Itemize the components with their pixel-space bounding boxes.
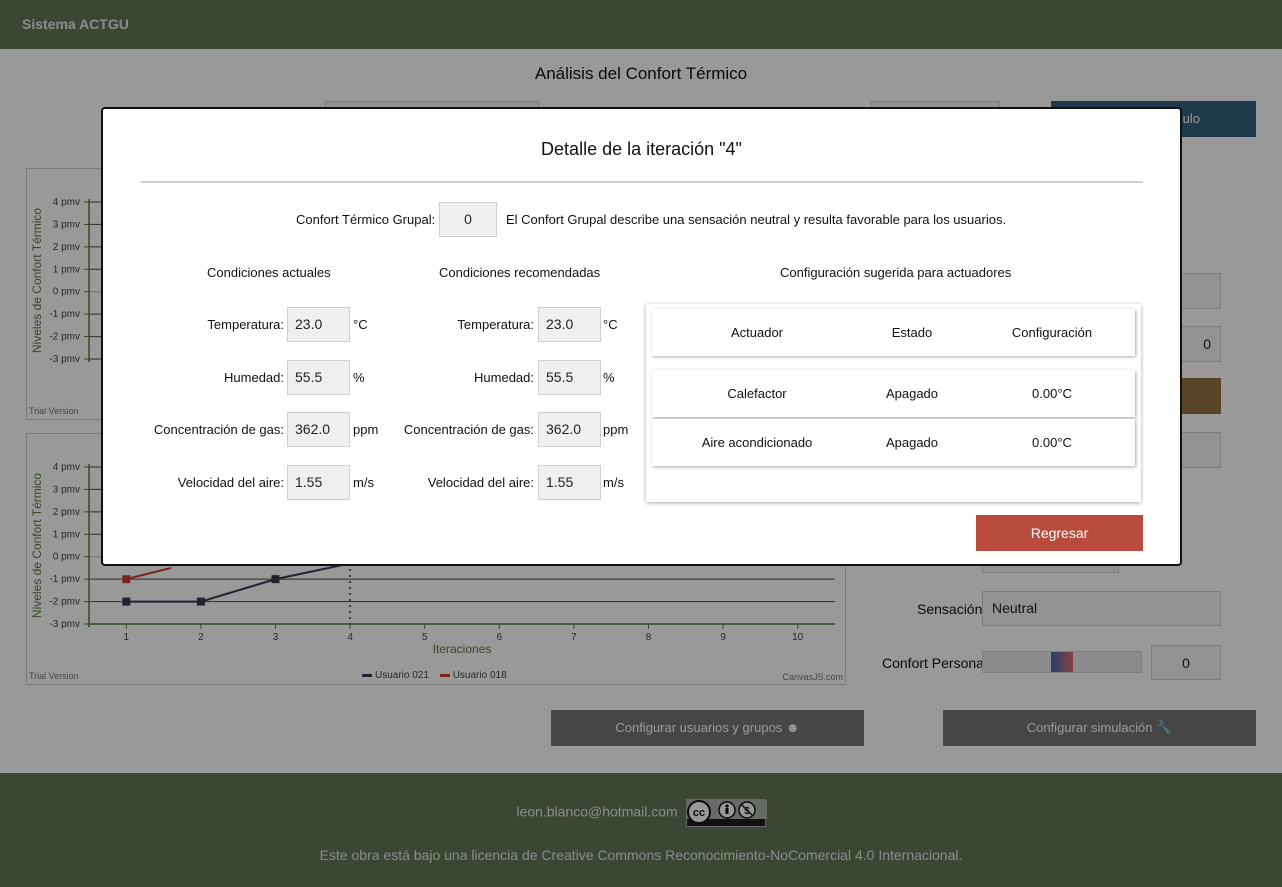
col-configuracion: Configuración — [1011, 325, 1093, 340]
rec-temp-label: Temperatura: — [457, 317, 534, 332]
group-comfort-description: El Confort Grupal describe una sensación… — [506, 212, 1007, 227]
rec-temp-unit: °C — [603, 317, 618, 332]
current-air-value: 1.55 — [295, 474, 323, 490]
rec-temp-field: 23.0 — [538, 307, 601, 342]
rec-hum-label: Humedad: — [474, 370, 534, 385]
rec-gas-label: Concentración de gas: — [403, 422, 534, 437]
group-comfort-value: 0 — [464, 211, 472, 227]
current-gas-value: 362.0 — [295, 421, 331, 437]
rec-temp-value: 23.0 — [546, 316, 574, 332]
current-gas-label: Concentración de gas: — [153, 422, 284, 437]
actuators-table: Actuador Estado Configuración Calefactor… — [646, 304, 1141, 502]
recommended-conditions-heading: Condiciones recomendadas — [439, 265, 601, 280]
actuators-heading: Configuración sugerida para actuadores — [780, 265, 1012, 280]
actuators-table-header: Actuador Estado Configuración — [652, 309, 1135, 356]
row-2-actuador: Aire acondicionado — [701, 435, 813, 450]
modal-divider — [141, 181, 1143, 183]
rec-air-field: 1.55 — [538, 465, 601, 500]
rec-gas-value: 362.0 — [546, 421, 582, 437]
current-temp-value: 23.0 — [295, 316, 323, 332]
current-conditions-heading: Condiciones actuales — [207, 265, 331, 280]
group-comfort-field: 0 — [439, 202, 497, 237]
col-estado: Estado — [891, 325, 933, 340]
back-button[interactable]: Regresar — [976, 515, 1143, 551]
current-temp-field: 23.0 — [287, 307, 350, 342]
rec-air-unit: m/s — [603, 475, 624, 490]
table-row: Aire acondicionado Apagado 0.00°C — [652, 419, 1135, 466]
current-air-field: 1.55 — [287, 465, 350, 500]
modal-title: Detalle de la iteración "4" — [541, 139, 742, 159]
rec-air-label: Velocidad del aire: — [427, 475, 534, 490]
table-row: Calefactor Apagado 0.00°C — [652, 370, 1135, 417]
row-2-configuracion: 0.00°C — [1032, 435, 1072, 450]
rec-hum-unit: % — [603, 370, 615, 385]
current-hum-value: 55.5 — [295, 369, 323, 385]
rec-air-value: 1.55 — [546, 474, 574, 490]
col-actuador: Actuador — [730, 325, 784, 340]
current-hum-label: Humedad: — [224, 370, 284, 385]
row-1-configuracion: 0.00°C — [1032, 386, 1072, 401]
rec-hum-value: 55.5 — [546, 369, 574, 385]
row-1-actuador: Calefactor — [727, 386, 787, 401]
current-temp-label: Temperatura: — [207, 317, 284, 332]
iteration-detail-modal: Detalle de la iteración "4" Confort Térm… — [101, 107, 1182, 566]
group-comfort-label: Confort Térmico Grupal: — [296, 212, 436, 227]
current-air-label: Velocidad del aire: — [177, 475, 284, 490]
current-gas-field: 362.0 — [287, 412, 350, 447]
rec-gas-field: 362.0 — [538, 412, 601, 447]
rec-gas-unit: ppm — [603, 422, 629, 437]
current-hum-field: 55.5 — [287, 360, 350, 395]
row-1-estado: Apagado — [885, 386, 939, 401]
row-2-estado: Apagado — [885, 435, 939, 450]
rec-hum-field: 55.5 — [538, 360, 601, 395]
